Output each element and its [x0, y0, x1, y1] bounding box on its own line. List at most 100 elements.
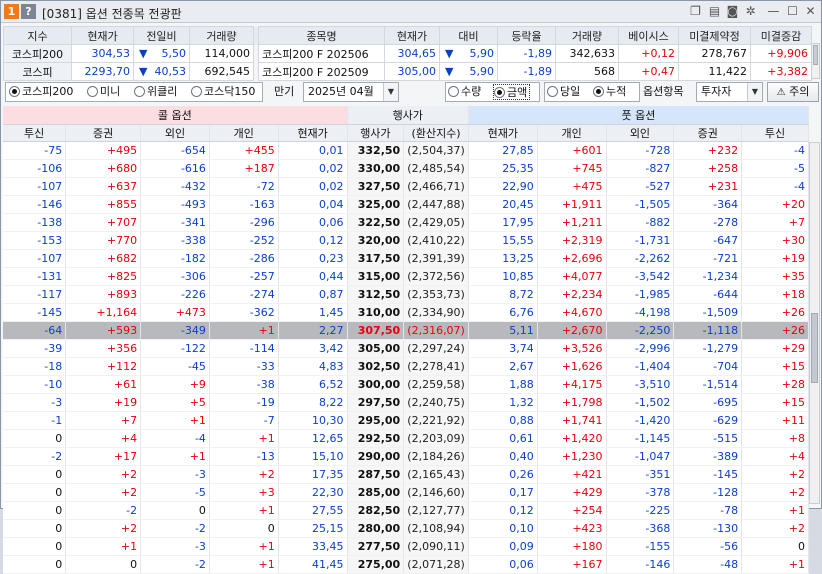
radio-quantity[interactable]: 수량	[448, 84, 481, 100]
call-securities-cell: +682	[65, 249, 142, 268]
put-foreign-cell: -146	[606, 555, 675, 574]
close-icon[interactable]: ✕	[803, 4, 818, 19]
table-row[interactable]: 0 -2 0 +1 27,55 282,50 (2,127,77) 0,12 +254 -225-…	[3, 501, 809, 520]
summary-row[interactable]: 코스피200 304,53 ▼ 5,50 114,000 코스피200 F 202…	[3, 44, 812, 63]
summary-scrollbar[interactable]	[811, 43, 820, 79]
table-row[interactable]: -153 +770 -338 -252 0,12 320,00 (2,410,22) 15,5…	[3, 231, 809, 250]
put-trust-cell: +8	[741, 429, 809, 448]
call-price-cell: 25,15	[278, 519, 348, 538]
gear-icon[interactable]: ✲	[743, 4, 758, 19]
col-call-price[interactable]: 현재가	[278, 124, 348, 142]
scrollbar-thumb[interactable]	[811, 313, 818, 383]
col-put-individual[interactable]: 개인	[537, 124, 607, 142]
put-trust-cell: +29	[741, 339, 809, 358]
table-row[interactable]: 0 +2 -5 +3 22,30 285,00 (2,146,60) 0,17 +429 -378…	[3, 483, 809, 502]
col-header-rate: 등락율	[497, 26, 556, 45]
radio-mini[interactable]: 미니	[87, 84, 120, 100]
call-individual-cell: +455	[209, 141, 279, 160]
call-securities-cell: +61	[65, 375, 142, 394]
table-row[interactable]: -138 +707 -341 -296 0,06 322,50 (2,429,05) 17,9…	[3, 213, 809, 232]
table-row[interactable]: 0 +1 -3 +1 33,45 277,50 (2,090,11) 0,09 +180 -155…	[3, 537, 809, 556]
radio-dot	[9, 86, 20, 97]
col-call-foreign[interactable]: 외인	[140, 124, 210, 142]
expiry-select[interactable]: 2025년 04월 ▼	[303, 82, 399, 102]
table-row[interactable]: -117 +893 -226 -274 0,87 312,50 (2,353,73) 8,72…	[3, 285, 809, 304]
table-row[interactable]: -2 +17 +1 -13 15,10 290,00 (2,184,26) 0,40 +1,23…	[3, 447, 809, 466]
table-row[interactable]: -106 +680 -616 +187 0,02 330,00 (2,485,54) 25,3…	[3, 159, 809, 178]
screen-number-badge[interactable]: 1	[4, 4, 19, 19]
summary-row[interactable]: 코스피 2293,70 ▼ 40,53 692,545 코스피200 F 2025…	[3, 62, 812, 81]
table-row[interactable]: 0 +2 -3 +2 17,35 287,50 (2,165,43) 0,26 +421 -351…	[3, 465, 809, 484]
converted-index-cell: (2,429,05)	[403, 213, 469, 232]
col-converted-index[interactable]: (환산지수)	[403, 124, 469, 142]
option-item-select[interactable]: 투자자 ▼	[696, 82, 763, 102]
call-trust-cell: -3	[3, 393, 67, 412]
table-row[interactable]: -131 +825 -306 -257 0,44 315,00 (2,372,56) 10,8…	[3, 267, 809, 286]
call-trust-cell: -146	[3, 195, 67, 214]
radio-cumulative[interactable]: 누적	[593, 84, 626, 100]
call-foreign-cell: +473	[140, 303, 210, 322]
futures-rate: -1,89	[497, 44, 556, 63]
put-price-cell: 22,90	[468, 177, 538, 196]
col-header-name: 종목명	[258, 26, 385, 45]
table-row[interactable]: -10 +61 +9 -38 6,52 300,00 (2,259,58) 1,88 +4,17…	[3, 375, 809, 394]
put-individual-cell: +2,696	[537, 249, 607, 268]
col-put-securities[interactable]: 증권	[673, 124, 743, 142]
put-securities-cell: -1,514	[673, 375, 743, 394]
copy-icon[interactable]: ❐	[688, 4, 703, 19]
radio-weekly[interactable]: 위클리	[134, 84, 177, 100]
table-row[interactable]: 0 +4 -4 +1 12,65 292,50 (2,203,09) 0,61 +1,420 -1…	[3, 429, 809, 448]
col-strike[interactable]: 행사가	[347, 124, 405, 142]
call-foreign-cell: -2	[140, 555, 210, 574]
table-row[interactable]: -3 +19 +5 -19 8,22 297,50 (2,240,75) 1,32 +1,798…	[3, 393, 809, 412]
call-foreign-cell: -2	[140, 519, 210, 538]
table-row[interactable]: -107 +637 -432 -72 0,02 327,50 (2,466,71) 22,90…	[3, 177, 809, 196]
col-call-trust[interactable]: 투신	[3, 124, 67, 142]
table-row[interactable]: -145 +1,164 +473 -362 1,45 310,00 (2,334,90) 6,…	[3, 303, 809, 322]
filter-controls: 코스피200 미니 위클리 코스닥150 만기 2025년 04월 ▼ 수량 금액…	[3, 81, 821, 103]
warning-button[interactable]: ⚠ 주의	[767, 82, 819, 102]
table-row[interactable]: -64 +593 -349 +1 2,27 307,50 (2,316,07) 5,11 +2,…	[3, 321, 809, 340]
down-arrow-icon: ▼	[445, 47, 454, 60]
minimize-icon[interactable]: —	[766, 4, 781, 19]
col-put-foreign[interactable]: 외인	[606, 124, 675, 142]
put-securities-cell: -1,118	[673, 321, 743, 340]
table-row[interactable]: 0 0 -2 +1 41,45 275,00 (2,071,28) 0,06 +167 -146-…	[3, 555, 809, 574]
col-put-price[interactable]: 현재가	[468, 124, 538, 142]
call-individual-cell: +1	[209, 321, 279, 340]
put-foreign-cell: -1,985	[606, 285, 675, 304]
put-price-cell: 0,26	[468, 465, 538, 484]
help-icon[interactable]: ?	[21, 4, 36, 19]
radio-amount[interactable]: 금액	[493, 84, 531, 100]
maximize-icon[interactable]: ☐	[785, 4, 800, 19]
table-row[interactable]: -1 +7 +1 -7 10,30 295,00 (2,221,92) 0,88 +1,741-…	[3, 411, 809, 430]
col-call-securities[interactable]: 증권	[65, 124, 142, 142]
call-individual-cell: -33	[209, 357, 279, 376]
table-row[interactable]: -75 +495 -654 +455 0,01 332,50 (2,504,37) 27,85…	[3, 141, 809, 160]
col-put-trust[interactable]: 투신	[741, 124, 809, 142]
call-trust-cell: 0	[3, 501, 67, 520]
futures-open-interest: 278,767	[678, 44, 751, 63]
col-call-individual[interactable]: 개인	[209, 124, 279, 142]
call-securities-cell: +637	[65, 177, 142, 196]
strike-price-cell: 325,00	[347, 195, 405, 214]
put-price-cell: 0,06	[468, 555, 538, 574]
grid-scrollbar[interactable]	[809, 142, 820, 504]
table-row[interactable]: -146 +855 -493 -163 0,04 325,00 (2,447,88) 20,4…	[3, 195, 809, 214]
put-trust-cell: +20	[741, 195, 809, 214]
radio-kosdaq150[interactable]: 코스닥150	[191, 84, 255, 100]
call-options-header: 콜 옵션	[3, 106, 348, 125]
radio-dot	[448, 86, 459, 97]
radio-kospi200[interactable]: 코스피200	[9, 84, 73, 100]
camera-icon[interactable]: ◙	[725, 4, 740, 19]
table-row[interactable]: -39 +356 -122 -114 3,42 305,00 (2,297,24) 3,74 +…	[3, 339, 809, 358]
radio-today[interactable]: 당일	[547, 84, 580, 100]
table-row[interactable]: -18 +112 -45 -33 4,83 302,50 (2,278,41) 2,67 +1,…	[3, 357, 809, 376]
strike-price-cell: 315,00	[347, 267, 405, 286]
table-row[interactable]: 0 +2 -2 0 25,15 280,00 (2,108,94) 0,10 +423 -368-…	[3, 519, 809, 538]
clipboard-icon[interactable]: ▤	[707, 4, 722, 19]
call-foreign-cell: +1	[140, 447, 210, 466]
table-row[interactable]: -107 +682 -182 -286 0,23 317,50 (2,391,39) 13,2…	[3, 249, 809, 268]
strike-price-cell: 330,00	[347, 159, 405, 178]
scrollbar-thumb[interactable]	[813, 45, 818, 65]
